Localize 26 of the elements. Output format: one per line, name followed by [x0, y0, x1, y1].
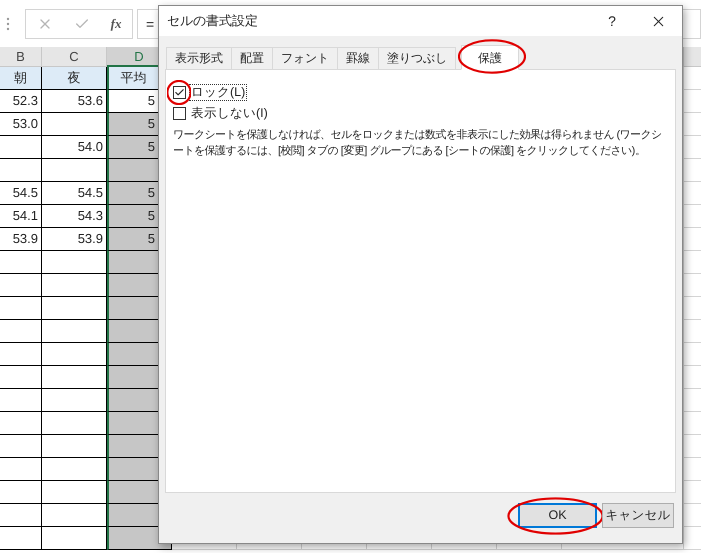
cancel-button[interactable]: キャンセル [602, 503, 674, 528]
table-cell: 53.6 [42, 90, 107, 113]
ok-button[interactable]: OK [518, 503, 597, 528]
checkbox-label[interactable]: ロック(L) [189, 84, 248, 101]
tab[interactable]: 保護 [461, 45, 519, 70]
checkbox-label[interactable]: 表示しない(I) [189, 105, 270, 122]
table-cell: 54.1 [0, 205, 42, 228]
checkbox[interactable] [173, 86, 186, 99]
checkbox[interactable] [173, 107, 186, 120]
header-cell: 朝 [0, 67, 42, 90]
header-cell: 夜 [42, 67, 107, 90]
table-cell: 53.9 [42, 228, 107, 251]
function-button[interactable]: fx [110, 14, 122, 34]
table-cell: 53.0 [0, 113, 42, 136]
table-cell: 52.3 [0, 90, 42, 113]
grip-icon [6, 16, 10, 30]
tab[interactable]: 表示形式 [166, 46, 232, 70]
table-cell: 54.5 [0, 182, 42, 205]
table-cell: 54.0 [42, 136, 107, 159]
table-cell: 54.3 [42, 205, 107, 228]
description-text: ワークシートを保護しなければ、セルをロックまたは数式を非表示にした効果は得られません (ワークシートを保護するには、[校閲] タブの [変更] グループにある [シートの保護] をクリックしてください)。 [173, 128, 663, 159]
table-cell: 53.9 [0, 228, 42, 251]
help-button[interactable]: ? [604, 10, 620, 32]
table-cell: 54.5 [42, 182, 107, 205]
tab[interactable]: 塗りつぶし [378, 46, 456, 70]
window-title: セルの書式設定 [167, 12, 258, 30]
